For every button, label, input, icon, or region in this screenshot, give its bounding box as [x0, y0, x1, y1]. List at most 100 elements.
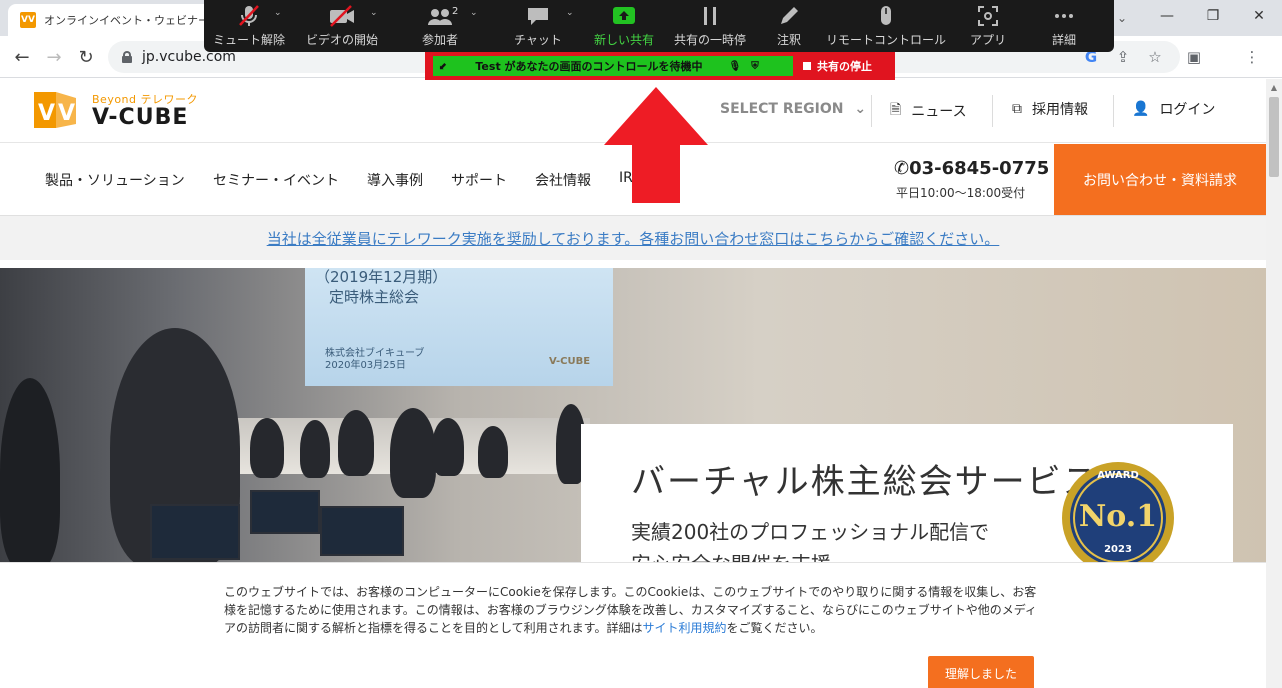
- screen-line1: （2019年12月期）: [315, 268, 448, 286]
- drag-handle-icon[interactable]: ⬋: [439, 61, 447, 72]
- phone-icon: ✆: [894, 158, 910, 179]
- restore-icon[interactable]: ❐: [1190, 0, 1236, 32]
- attendee-figure: [338, 410, 374, 476]
- share-status: ⬋ Test があなたの画面のコントロールを待機中 🎙 ⛨: [433, 56, 793, 76]
- user-icon: 👤: [1132, 101, 1150, 117]
- login-link[interactable]: 👤 ログイン: [1132, 99, 1215, 119]
- attendee-figure: [300, 420, 330, 478]
- header-divider: [1113, 95, 1114, 127]
- login-label: ログイン: [1159, 102, 1216, 118]
- hero-banner[interactable]: （2019年12月期） 定時株主総会 株式会社ブイキューブ 2020年03月25…: [0, 268, 1266, 562]
- remote-control-label: リモートコントロール: [825, 33, 946, 47]
- browser-menu-icon[interactable]: ⋮: [1240, 45, 1264, 69]
- accept-cookies-button[interactable]: 理解しました: [928, 656, 1034, 688]
- logo-name[interactable]: V-CUBE: [92, 105, 188, 130]
- forward-arrow-icon[interactable]: →: [42, 45, 66, 69]
- bookmark-star-icon[interactable]: ☆: [1143, 45, 1167, 69]
- hero-subtitle-2: 安心安全な開催を支援: [631, 548, 831, 562]
- start-video-button[interactable]: ⌄ ビデオの開始: [294, 0, 390, 52]
- svg-text:V: V: [38, 101, 55, 126]
- share-icon: [613, 7, 635, 24]
- screen-date: 2020年03月25日: [325, 360, 406, 371]
- news-link[interactable]: 🗎 ニュース: [890, 99, 967, 123]
- nav-company[interactable]: 会社情報: [535, 170, 591, 190]
- chevron-down-icon: ⌄: [854, 101, 867, 117]
- reload-icon[interactable]: ↻: [74, 45, 98, 69]
- browser-tab[interactable]: VV オンラインイベント・ウェビナー・Web会議: [8, 4, 228, 36]
- video-off-icon: [330, 5, 354, 27]
- share-status-text: Test があなたの画面のコントロールを待機中: [475, 60, 703, 73]
- chevron-down-icon[interactable]: ⌄: [274, 8, 282, 18]
- nav-seminars[interactable]: セミナー・イベント: [213, 170, 339, 190]
- nav-products[interactable]: 製品・ソリューション: [45, 170, 185, 190]
- terms-link[interactable]: サイト利用規約: [642, 621, 726, 635]
- telework-notice-link[interactable]: 当社は全従業員にテレワーク実施を奨励しております。各種お問い合わせ窓口はこちらか…: [0, 215, 1266, 260]
- mic-off-icon: [239, 5, 259, 26]
- careers-link[interactable]: ⧉ 採用情報: [1012, 99, 1088, 119]
- award-badge-icon: AWARD No.1 2023: [1062, 462, 1174, 562]
- share-page-icon[interactable]: ⇪: [1111, 45, 1135, 69]
- remote-control-button[interactable]: リモートコントロール: [820, 0, 952, 52]
- news-label: ニュース: [911, 104, 967, 120]
- chevron-down-icon[interactable]: ⌄: [566, 8, 574, 18]
- more-button[interactable]: 詳細: [1024, 0, 1104, 52]
- cookie-text: このウェブサイトでは、お客様のコンピューターにCookieを保存します。このCo…: [224, 583, 1042, 637]
- annotation-arrow-icon: [604, 87, 708, 203]
- apps-icon: [978, 6, 998, 26]
- tab-title: オンラインイベント・ウェビナー・Web会議: [44, 14, 228, 27]
- chat-label: チャット: [514, 33, 562, 47]
- cookie-body: このウェブサイトでは、お客様のコンピューターにCookieを保存します。このCo…: [224, 585, 1037, 635]
- participants-label: 参加者: [421, 33, 458, 47]
- pause-share-button[interactable]: 共有の一時停: [662, 0, 758, 52]
- participants-button[interactable]: ⌄ 2 参加者: [390, 0, 490, 52]
- pause-icon: [704, 7, 716, 25]
- unmute-button[interactable]: ⌄ ミュート解除: [204, 0, 294, 52]
- chevron-down-icon[interactable]: ⌄: [370, 8, 378, 18]
- attendee-figure: [250, 418, 284, 478]
- new-share-button[interactable]: 新しい共有: [586, 0, 662, 52]
- careers-label: 採用情報: [1032, 102, 1088, 118]
- close-icon[interactable]: ✕: [1236, 0, 1282, 32]
- attendee-figure: [390, 408, 436, 498]
- back-arrow-icon[interactable]: ←: [10, 45, 34, 69]
- new-share-label: 新しい共有: [593, 33, 654, 47]
- contact-button[interactable]: お問い合わせ・資料請求: [1054, 144, 1266, 215]
- chat-button[interactable]: ⌄ チャット: [490, 0, 586, 52]
- annotate-label: 注釈: [776, 33, 801, 47]
- header-divider: [992, 95, 993, 127]
- attendee-figure: [432, 418, 464, 476]
- participant-count: 2: [452, 6, 459, 17]
- award-top: AWARD: [1097, 470, 1139, 481]
- share-status-bar: ⬋ Test があなたの画面のコントロールを待機中 🎙 ⛨ 共有の停止: [425, 52, 895, 80]
- phone-number[interactable]: ✆03-6845-0775: [894, 158, 1049, 179]
- attendee-figure: [0, 378, 60, 562]
- scroll-thumb[interactable]: [1269, 97, 1279, 177]
- stop-share-label: 共有の停止: [817, 60, 872, 73]
- shield-icon: ⛨: [751, 60, 759, 72]
- minimize-icon[interactable]: —: [1144, 0, 1190, 32]
- more-icon: [1055, 14, 1073, 18]
- screen-company: 株式会社ブイキューブ 2020年03月25日: [325, 348, 424, 372]
- hero-title: バーチャル株主総会サービス: [631, 462, 1099, 502]
- svg-text:V: V: [58, 101, 75, 126]
- pencil-icon: [781, 7, 798, 24]
- unmute-label: ミュート解除: [212, 33, 285, 47]
- chevron-down-icon[interactable]: ⌄: [470, 8, 478, 18]
- page-scrollbar[interactable]: ▲: [1266, 79, 1282, 688]
- attendee-figure: [478, 426, 508, 478]
- phone-text: 03-6845-0775: [909, 158, 1050, 179]
- business-hours: 平日10:00〜18:00受付: [896, 186, 1026, 200]
- apps-button[interactable]: アプリ: [952, 0, 1024, 52]
- vcube-logo-icon[interactable]: V V: [30, 88, 80, 132]
- side-panel-icon[interactable]: ▣: [1182, 45, 1206, 69]
- stop-share-button[interactable]: 共有の停止: [803, 58, 872, 74]
- annotate-button[interactable]: 注釈: [758, 0, 820, 52]
- scroll-up-arrow-icon[interactable]: ▲: [1266, 79, 1282, 95]
- nav-case-studies[interactable]: 導入事例: [367, 170, 423, 190]
- select-region-dropdown[interactable]: SELECT REGION ⌄: [720, 101, 866, 117]
- award-year: 2023: [1104, 544, 1132, 555]
- pause-share-label: 共有の一時停: [673, 33, 746, 47]
- nav-support[interactable]: サポート: [451, 170, 507, 190]
- lock-icon: [122, 51, 132, 63]
- chat-icon: [528, 8, 548, 25]
